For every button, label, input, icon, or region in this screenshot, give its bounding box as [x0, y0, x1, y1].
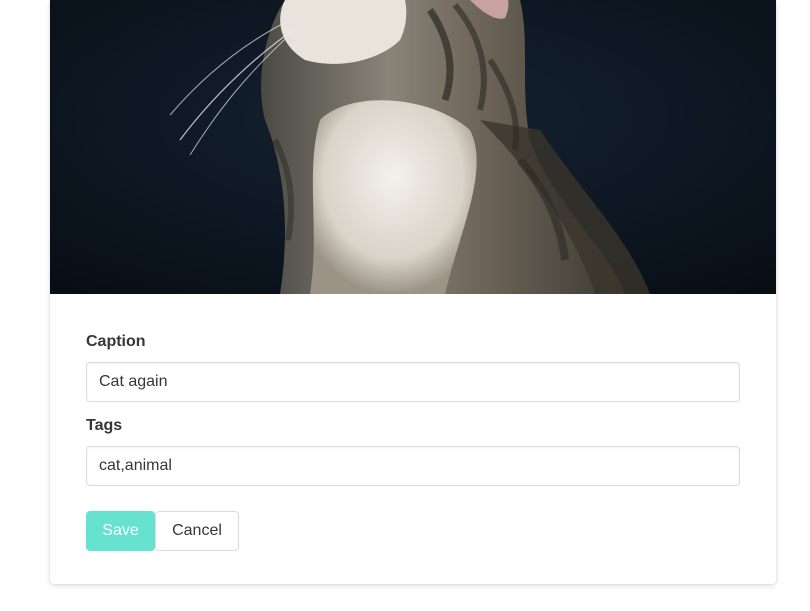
cat-photo — [50, 0, 776, 294]
photo-edit-card: Caption Tags Save Cancel — [50, 0, 776, 584]
cancel-button[interactable]: Cancel — [155, 511, 239, 551]
save-button[interactable]: Save — [86, 511, 155, 551]
tags-input[interactable] — [86, 446, 740, 486]
caption-label: Caption — [86, 333, 146, 350]
caption-input[interactable] — [86, 362, 740, 402]
tags-label: Tags — [86, 417, 123, 434]
